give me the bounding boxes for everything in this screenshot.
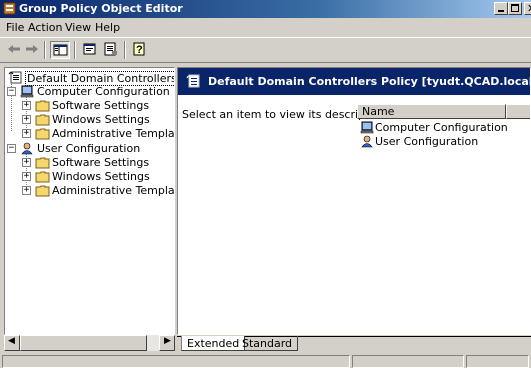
- export-list-button[interactable]: [101, 41, 121, 59]
- forward-button[interactable]: [22, 41, 42, 59]
- arrow-right-icon: ▶: [164, 336, 171, 346]
- scroll-left-button[interactable]: ◀: [4, 335, 20, 351]
- menu-bar: File Action View Help: [0, 18, 531, 37]
- folder-icon: [35, 128, 50, 140]
- help-icon: ?: [133, 42, 145, 56]
- tree-item-software-settings[interactable]: + Software Settings: [22, 99, 174, 113]
- user-icon: [361, 135, 373, 148]
- menu-help[interactable]: Help: [95, 21, 120, 34]
- folder-icon: [35, 185, 50, 197]
- tree-label: User Configuration: [37, 142, 141, 155]
- folder-icon: [35, 114, 50, 126]
- tree-item-windows-settings[interactable]: + Windows Settings: [22, 170, 174, 184]
- expand-expander[interactable]: +: [22, 158, 31, 167]
- show-hide-tree-button[interactable]: [50, 41, 70, 59]
- details-pane: Default Domain Controllers Policy [tyudt…: [177, 67, 531, 335]
- scroll-thumb[interactable]: [20, 335, 147, 351]
- expand-expander[interactable]: +: [22, 129, 31, 138]
- collapse-expander[interactable]: −: [7, 144, 16, 153]
- help-button[interactable]: ?: [130, 41, 150, 59]
- view-tabs: Extended Standard: [177, 336, 531, 352]
- expand-expander[interactable]: +: [22, 172, 31, 181]
- tree-horizontal-scrollbar[interactable]: ◀ ▶: [4, 335, 175, 351]
- policy-header-title: Default Domain Controllers Policy [tyudt…: [208, 75, 531, 88]
- computer-icon: [20, 85, 34, 98]
- expand-expander[interactable]: +: [22, 101, 31, 110]
- expand-expander[interactable]: +: [22, 186, 31, 195]
- menu-action[interactable]: Action: [28, 21, 62, 34]
- tree-label: Administrative Templates: [52, 184, 175, 197]
- expand-expander[interactable]: +: [22, 115, 31, 124]
- folder-icon: [35, 171, 50, 183]
- close-icon: ✕: [527, 2, 531, 15]
- policy-editor-icon: [3, 2, 16, 15]
- policy-header: Default Domain Controllers Policy [tyudt…: [178, 68, 531, 95]
- window-title: Group Policy Object Editor: [19, 2, 183, 15]
- minimize-button[interactable]: [494, 2, 508, 15]
- console-tree[interactable]: Default Domain Controllers Policy [t − C…: [4, 67, 175, 335]
- maximize-button[interactable]: [508, 2, 522, 15]
- tree-item-windows-settings[interactable]: + Windows Settings: [22, 113, 174, 127]
- svg-text:?: ?: [136, 44, 143, 56]
- tab-extended-label: Extended: [187, 337, 240, 350]
- close-button[interactable]: ✕: [524, 2, 531, 15]
- tree-root-label: Default Domain Controllers Policy [t: [25, 71, 174, 86]
- list-column-header: Name: [357, 104, 530, 119]
- status-bar: [0, 354, 531, 368]
- forward-arrow-icon: [26, 45, 38, 53]
- status-panel-main: [2, 355, 350, 368]
- properties-button[interactable]: [80, 41, 100, 59]
- tree-item-administrative-templates[interactable]: + Administrative Templates: [22, 127, 175, 141]
- tree-label: Windows Settings: [52, 170, 150, 183]
- toolbar: ?: [0, 37, 531, 63]
- tree-item-computer-configuration[interactable]: − Computer Configuration: [7, 85, 174, 99]
- tree-label: Windows Settings: [52, 113, 150, 126]
- folder-icon: [35, 157, 50, 169]
- column-header-label: Name: [362, 105, 395, 118]
- menu-view[interactable]: View: [65, 21, 91, 34]
- title-bar[interactable]: Group Policy Object Editor ✕: [0, 0, 531, 18]
- arrow-left-icon: ◀: [8, 336, 15, 346]
- toolbar-separator: [74, 41, 76, 59]
- scroll-right-button[interactable]: ▶: [159, 335, 175, 351]
- toolbar-separator: [44, 41, 46, 59]
- toolbar-separator: [124, 41, 126, 59]
- back-arrow-icon: [8, 45, 20, 53]
- list-item-computer-configuration[interactable]: Computer Configuration: [360, 121, 530, 135]
- tree-root-policy[interactable]: Default Domain Controllers Policy [t: [8, 71, 174, 86]
- folder-icon: [35, 100, 50, 112]
- list-item-user-configuration[interactable]: User Configuration: [360, 135, 530, 149]
- tree-label: Administrative Templates: [52, 127, 175, 140]
- tab-standard[interactable]: Standard: [237, 336, 299, 351]
- collapse-expander[interactable]: −: [7, 87, 16, 96]
- column-header-name[interactable]: Name: [357, 104, 506, 119]
- list-item-label: Computer Configuration: [375, 121, 508, 134]
- tab-standard-label: Standard: [242, 337, 293, 350]
- policy-scroll-icon: [8, 71, 22, 84]
- column-header-extra[interactable]: [506, 104, 530, 119]
- export-list-icon: [104, 42, 117, 56]
- tree-label: Computer Configuration: [37, 85, 170, 98]
- back-button[interactable]: [4, 41, 24, 59]
- tree-item-software-settings[interactable]: + Software Settings: [22, 156, 174, 170]
- tree-label: Software Settings: [52, 156, 150, 169]
- properties-icon: [83, 43, 96, 55]
- tree-item-user-configuration[interactable]: − User Configuration: [7, 142, 174, 156]
- status-panel: [352, 355, 464, 368]
- status-panel: [466, 355, 529, 368]
- list-item-label: User Configuration: [375, 135, 479, 148]
- computer-icon: [360, 121, 374, 134]
- show-hide-tree-icon: [53, 44, 68, 56]
- tab-extended[interactable]: Extended: [181, 336, 246, 351]
- tree-label: Software Settings: [52, 99, 150, 112]
- menu-file[interactable]: File: [6, 21, 24, 34]
- policy-scroll-icon: [186, 74, 200, 88]
- user-icon: [21, 142, 33, 155]
- tree-item-administrative-templates[interactable]: + Administrative Templates: [22, 184, 175, 198]
